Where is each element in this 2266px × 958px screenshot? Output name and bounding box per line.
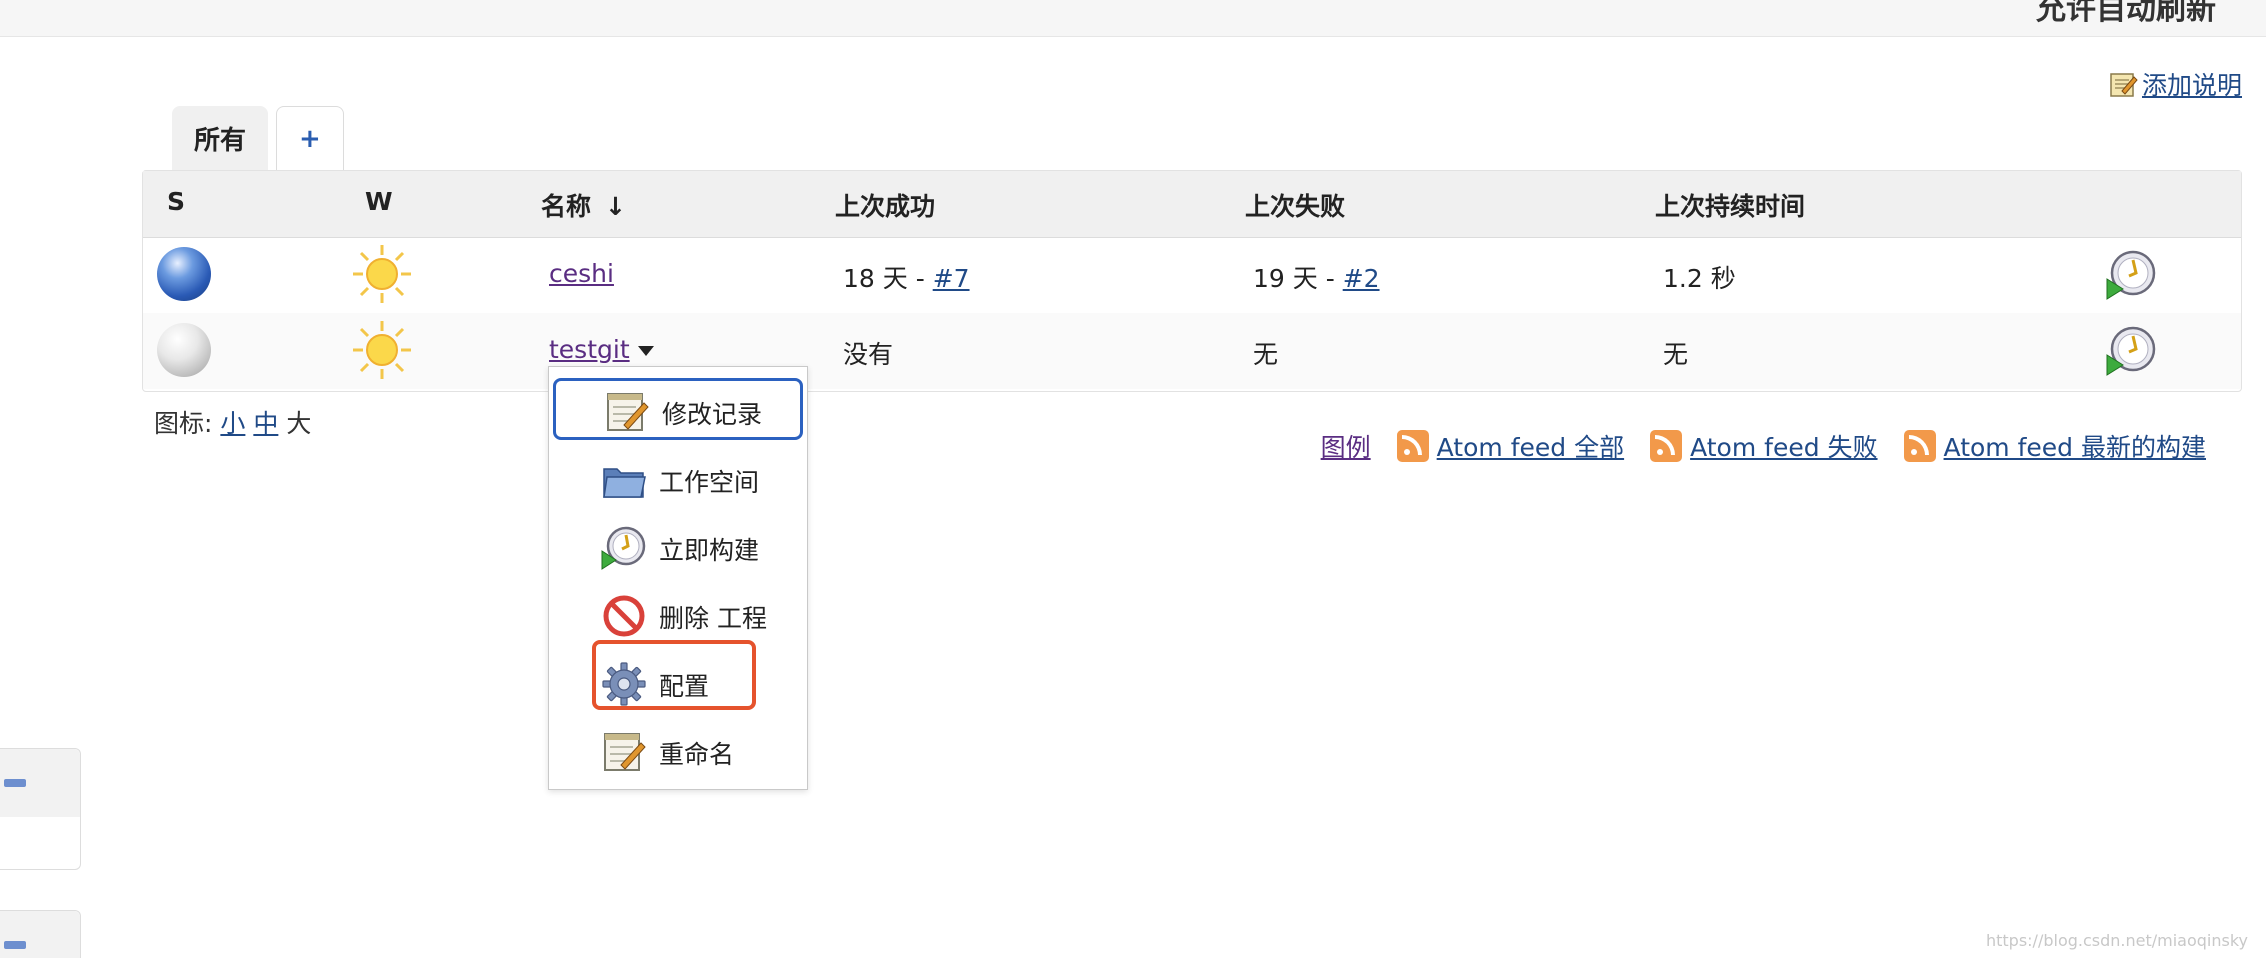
sort-arrow-icon: ↓ <box>605 192 626 221</box>
feed-failed[interactable]: Atom feed 失败 <box>1650 428 1878 464</box>
chevron-down-icon[interactable] <box>637 346 654 356</box>
menu-item-changes[interactable]: 修改记录 <box>553 378 803 440</box>
icon-size-small[interactable]: 小 <box>220 409 245 438</box>
job-link-testgit[interactable]: testgit <box>549 335 630 364</box>
menu-item-delete-project[interactable]: 删除 工程 <box>549 585 807 647</box>
icon-size-medium[interactable]: 中 <box>253 409 278 438</box>
last-failure-time: 19 天 - <box>1253 264 1343 293</box>
job-context-menu: 修改记录 工作空间 立即构建 删除 工程 配置 重命名 <box>548 366 808 790</box>
legend-link[interactable]: 图例 <box>1321 428 1371 464</box>
last-duration: 无 <box>1663 340 1689 369</box>
menu-item-label: 删除 工程 <box>659 604 767 633</box>
tab-all[interactable]: 所有 <box>172 106 269 170</box>
watermark-text: https://blog.csdn.net/miaoqinsky <box>1985 931 2248 950</box>
menu-item-label: 工作空间 <box>659 468 760 497</box>
table-header: S W 名称 ↓ 上次成功 上次失败 上次持续时间 <box>143 171 2241 238</box>
last-duration: 1.2 秒 <box>1663 264 1736 293</box>
col-status[interactable]: S <box>167 187 185 216</box>
icon-size-label: 图标: <box>154 409 221 438</box>
jobs-table: S W 名称 ↓ 上次成功 上次失败 上次持续时间 ceshi 18 天 - #7… <box>142 170 2242 392</box>
schedule-build-icon[interactable] <box>2105 325 2157 377</box>
icon-size-selector: 图标: 小 中 大 <box>154 404 311 440</box>
collapse-icon[interactable] <box>4 779 26 787</box>
col-last-failure[interactable]: 上次失败 <box>1245 187 1345 223</box>
col-last-success[interactable]: 上次成功 <box>835 187 935 223</box>
side-widget-header <box>0 749 80 817</box>
table-row: testgit 没有 无 无 <box>143 313 2241 389</box>
menu-item-build-now[interactable]: 立即构建 <box>549 517 807 579</box>
jenkins-dashboard: 允许自动刷新 添加说明 所有 + S W 名称 ↓ 上次成功 上次失败 上次持续时… <box>0 0 2266 958</box>
col-name-label: 名称 <box>541 192 592 221</box>
feed-latest-link[interactable]: Atom feed 最新的构建 <box>1944 428 2206 464</box>
top-bar: 允许自动刷新 <box>0 0 2266 37</box>
tab-add-view[interactable]: + <box>276 106 344 170</box>
side-widget <box>0 748 81 870</box>
blue-ball-icon <box>157 247 211 301</box>
clock-build-icon <box>601 526 646 570</box>
col-last-duration[interactable]: 上次持续时间 <box>1655 187 1805 223</box>
sunny-icon <box>353 321 411 379</box>
col-name[interactable]: 名称 ↓ <box>541 187 626 223</box>
feed-all-link[interactable]: Atom feed 全部 <box>1437 428 1624 464</box>
rss-icon <box>1903 430 1936 462</box>
last-success-build-link[interactable]: #7 <box>933 264 970 293</box>
menu-item-label: 重命名 <box>659 740 735 769</box>
auto-refresh-link[interactable]: 允许自动刷新 <box>2036 0 2216 28</box>
add-description-link[interactable]: 添加说明 <box>2142 66 2242 102</box>
last-failure: 无 <box>1253 340 1279 369</box>
collapse-icon[interactable] <box>4 941 26 949</box>
feed-latest[interactable]: Atom feed 最新的构建 <box>1903 428 2206 464</box>
menu-item-workspace[interactable]: 工作空间 <box>549 449 807 511</box>
icon-size-large: 大 <box>286 409 312 438</box>
menu-item-rename[interactable]: 重命名 <box>549 721 807 783</box>
menu-item-label: 立即构建 <box>659 536 760 565</box>
notepad-icon <box>604 733 646 771</box>
sunny-icon <box>353 245 411 303</box>
rss-icon <box>1650 430 1683 462</box>
rss-icon <box>1396 430 1429 462</box>
job-link-ceshi[interactable]: ceshi <box>549 259 614 288</box>
schedule-build-icon[interactable] <box>2105 249 2157 301</box>
notepad-icon <box>607 393 649 431</box>
last-success: 没有 <box>843 340 894 369</box>
notepad-icon <box>2110 73 2138 97</box>
menu-item-label: 修改记录 <box>662 400 763 429</box>
add-description[interactable]: 添加说明 <box>2108 66 2242 102</box>
feed-all[interactable]: Atom feed 全部 <box>1396 428 1624 464</box>
configure-highlight-box <box>592 640 756 710</box>
last-success-time: 18 天 - <box>843 264 933 293</box>
folder-icon <box>603 468 646 498</box>
col-weather[interactable]: W <box>365 187 393 216</box>
grey-ball-icon <box>157 323 211 377</box>
side-widget-header <box>0 911 80 958</box>
last-failure-build-link[interactable]: #2 <box>1343 264 1380 293</box>
table-row: ceshi 18 天 - #7 19 天 - #2 1.2 秒 <box>143 237 2241 313</box>
feed-failed-link[interactable]: Atom feed 失败 <box>1690 428 1877 464</box>
view-tabs: 所有 + <box>172 106 344 170</box>
no-entry-icon <box>603 595 645 637</box>
side-widget <box>0 910 81 958</box>
feed-links: 图例 Atom feed 全部 Atom feed 失败 Atom feed 最… <box>1321 428 2206 464</box>
